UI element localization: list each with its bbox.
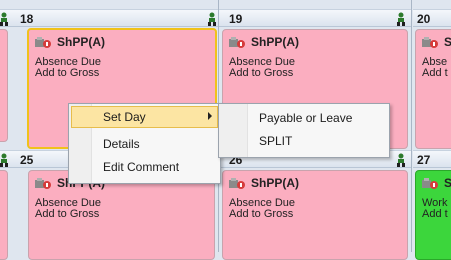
menu-item-label: Edit Comment [103,160,180,174]
day-number: 20 [417,12,431,26]
menu-item-label: SPLIT [259,134,293,148]
day-number: 19 [229,12,243,26]
menu-item-edit-comment[interactable]: Edit Comment [71,156,218,178]
menu-item-payable-or-leave[interactable]: Payable or Leave [221,107,387,129]
person-icon [208,12,216,26]
shift-code: S [444,176,451,190]
day-header-27: 27 [397,150,451,168]
menu-item-label: Details [103,137,140,151]
day-number: 18 [20,12,34,26]
shift-cell[interactable]: ShPP(A) Absence Due Add to Gross [222,170,408,260]
day-header-20: 20 [397,9,451,27]
shift-cell-work[interactable]: S Work Add t [415,170,451,260]
menu-item-split[interactable]: SPLIT [221,130,387,152]
shift-cell[interactable] [0,170,8,260]
person-icon [397,153,405,167]
day-header-18: 18 [0,9,218,27]
menu-item-label: Payable or Leave [259,111,353,125]
menu-item-details[interactable]: Details [71,133,218,155]
shift-description: Absence Due Add to Gross [35,197,102,220]
person-icon [0,153,8,167]
person-icon [0,12,8,26]
person-icon [397,12,405,26]
menu-item-set-day[interactable]: Set Day [71,106,218,128]
shift-code: ShPP(A) [57,35,105,49]
context-menu: Set Day Details Edit Comment [68,103,221,184]
shift-description: Work Add t [422,197,448,220]
shift-icon [422,37,438,48]
shift-code: S [444,35,451,49]
shift-description: Abse Add t [422,56,448,79]
shift-description: Absence Due Add to Gross [229,197,296,220]
shift-cell[interactable] [0,29,8,142]
shift-code: ShPP(A) [251,35,299,49]
menu-item-label: Set Day [103,110,146,124]
submenu-arrow-icon [208,112,212,120]
shift-icon [229,178,245,189]
shift-description: Absence Due Add to Gross [35,56,102,79]
shift-icon [229,37,245,48]
shift-icon [35,178,51,189]
shift-code: ShPP(A) [251,176,299,190]
set-day-submenu: Payable or Leave SPLIT [218,103,390,158]
shift-cell[interactable]: S Abse Add t [415,29,451,149]
column-divider [411,0,412,252]
shift-description: Absence Due Add to Gross [229,56,296,79]
day-number: 25 [20,153,34,167]
shift-icon [422,178,438,189]
shift-icon [35,37,51,48]
day-header-19: 19 [208,9,412,27]
day-number: 27 [417,153,431,167]
